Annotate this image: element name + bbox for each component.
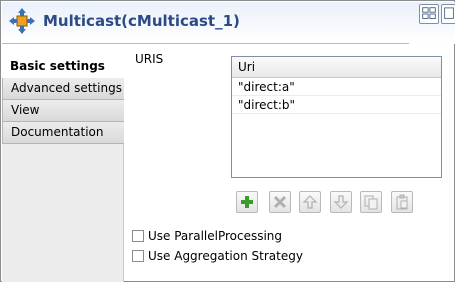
tab-view[interactable]: View — [2, 100, 124, 122]
aggregation-strategy-label: Use Aggregation Strategy — [148, 249, 303, 263]
move-up-button[interactable] — [299, 191, 321, 213]
grid-layout-icon — [422, 7, 436, 19]
delete-icon — [273, 195, 287, 209]
header-divider — [2, 43, 409, 44]
settings-tabs: Basic settings Advanced settings View Do… — [2, 56, 124, 144]
uri-column-header[interactable]: Uri — [232, 57, 441, 78]
aggregation-strategy-checkbox[interactable] — [132, 250, 144, 262]
aggregation-strategy-option[interactable]: Use Aggregation Strategy — [132, 249, 303, 263]
add-row-button[interactable] — [236, 191, 258, 213]
tab-documentation[interactable]: Documentation — [2, 122, 124, 144]
table-row[interactable]: "direct:a" — [232, 78, 441, 96]
paste-button[interactable] — [391, 191, 413, 213]
layout-toggle-button[interactable] — [419, 4, 439, 24]
component-settings-panel: Multicast(cMulticast_1) Basic settings A… — [0, 0, 455, 282]
parallel-processing-option[interactable]: Use ParallelProcessing — [132, 229, 282, 243]
add-icon — [241, 196, 253, 208]
copy-button[interactable] — [360, 191, 382, 213]
list-layout-icon — [444, 7, 454, 19]
copy-icon — [364, 195, 378, 210]
uris-table: Uri "direct:a" "direct:b" — [231, 56, 442, 178]
panel-title: Multicast(cMulticast_1) — [43, 12, 240, 30]
parallel-processing-checkbox[interactable] — [132, 230, 144, 242]
table-row[interactable]: "direct:b" — [232, 96, 441, 114]
uris-label: URIS — [135, 52, 164, 66]
move-down-button[interactable] — [330, 191, 352, 213]
move-down-icon — [333, 195, 349, 209]
multicast-component-icon — [9, 8, 35, 34]
paste-icon — [396, 194, 408, 210]
delete-row-button[interactable] — [269, 191, 291, 213]
parallel-processing-label: Use ParallelProcessing — [148, 229, 283, 243]
move-up-icon — [302, 195, 318, 209]
tabs-background — [2, 144, 124, 282]
tab-basic-settings[interactable]: Basic settings — [2, 56, 124, 78]
layout-toggle-button-2[interactable] — [441, 4, 455, 24]
tab-advanced-settings[interactable]: Advanced settings — [2, 78, 124, 100]
